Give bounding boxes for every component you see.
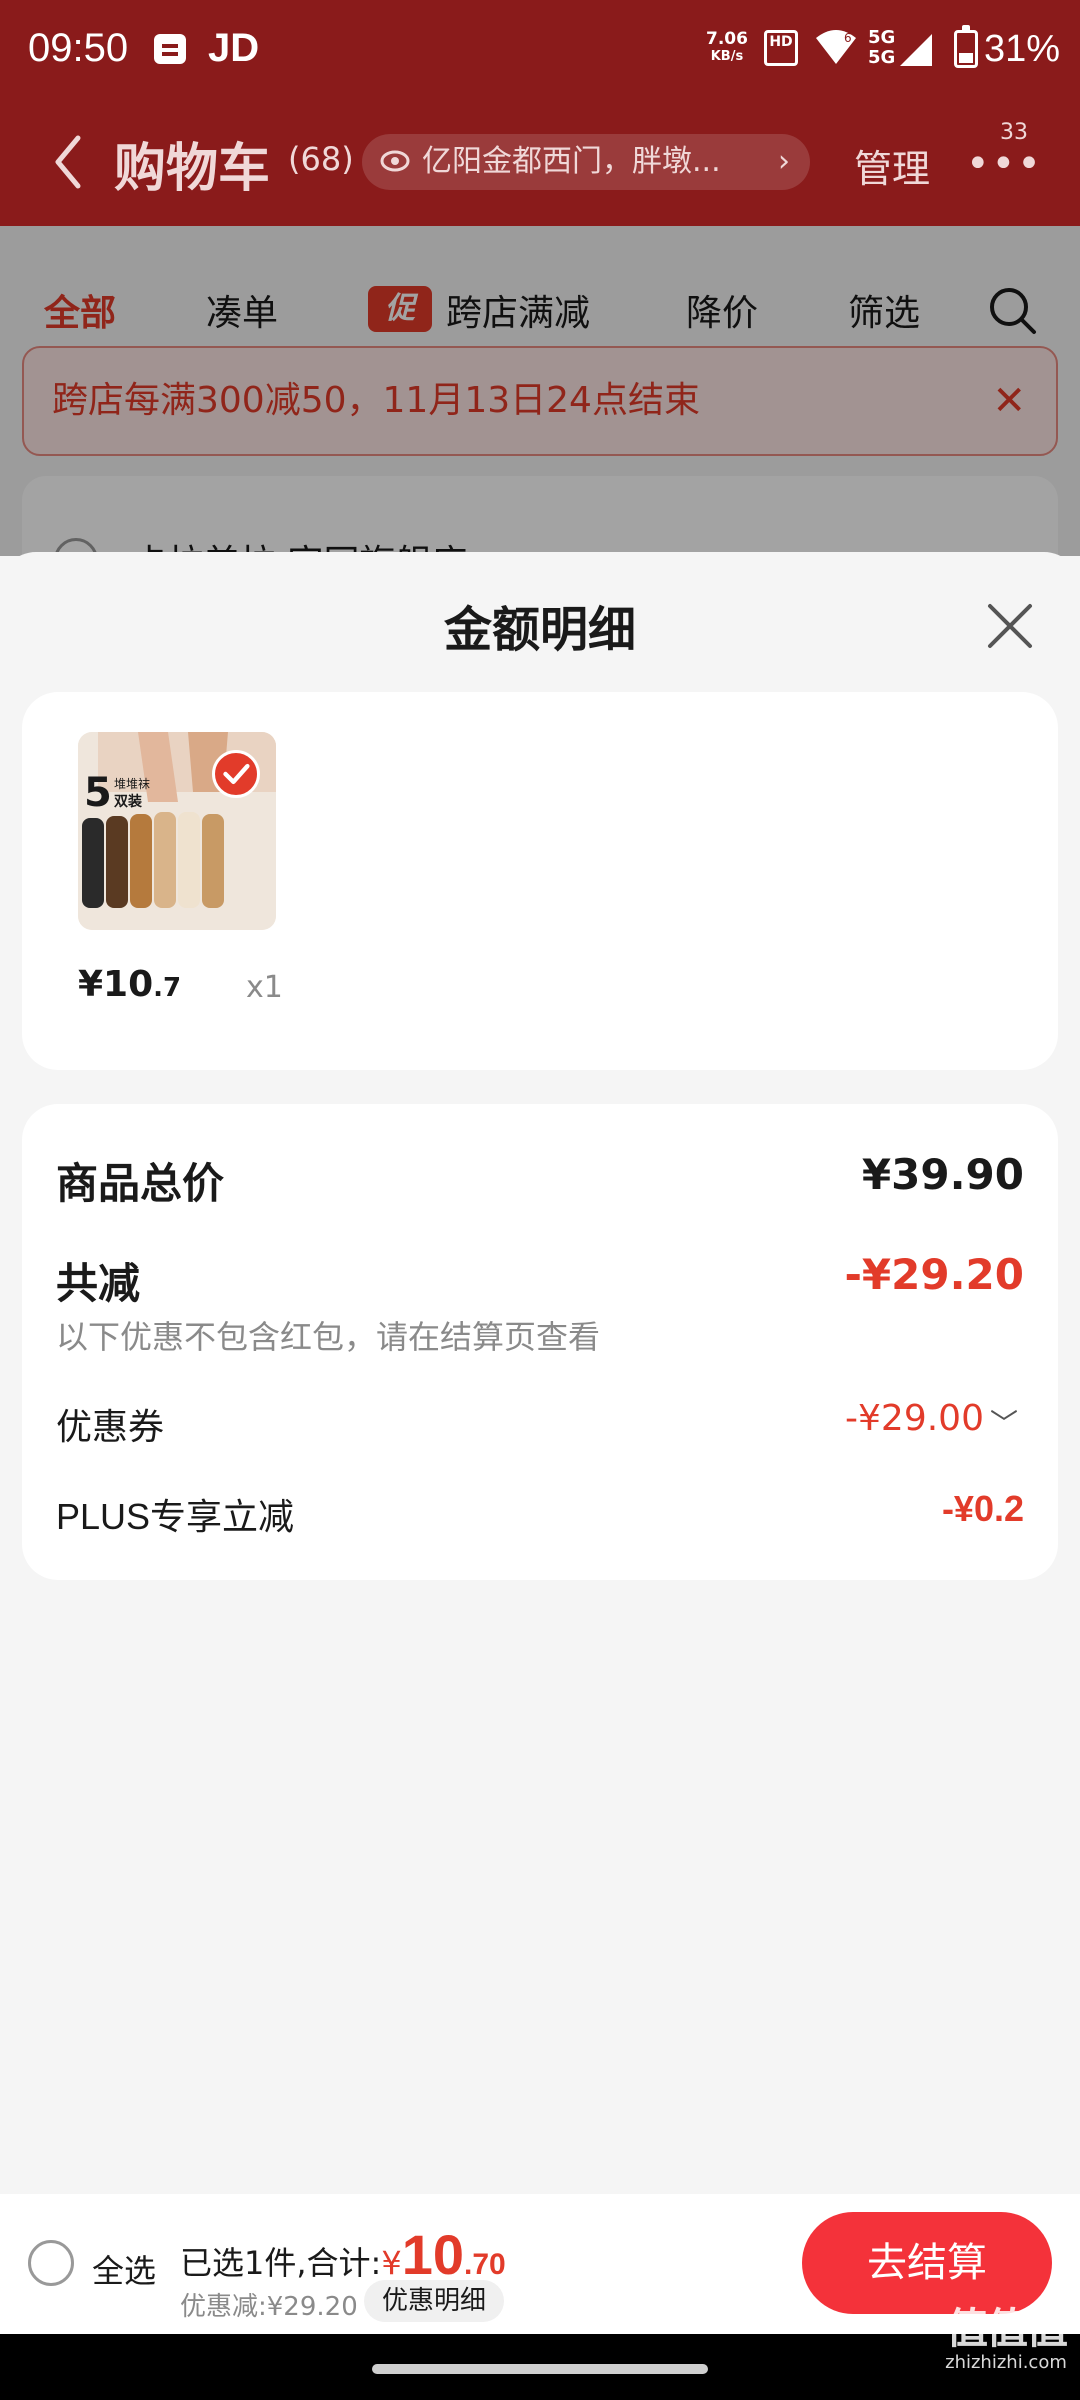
net-speed: 7.06 KB/s (706, 29, 748, 64)
svg-text:堆堆袜: 堆堆袜 (114, 777, 150, 791)
close-icon[interactable] (980, 596, 1040, 656)
total-line: 已选1件,合计:¥10.70 (180, 2222, 506, 2287)
select-all-radio[interactable] (28, 2240, 74, 2286)
total-amount-int: 10 (401, 2223, 464, 2286)
address-text: 亿阳金都西门，胖墩... (422, 144, 721, 179)
wifi-icon: 6 (816, 30, 856, 64)
goods-card: 5 堆堆袜 双装 ¥10.7 x1 (22, 692, 1058, 1070)
chevron-right-icon: › (778, 144, 790, 179)
total-currency: ¥ (381, 2244, 402, 2282)
checkout-bar: 全选 已选1件,合计:¥10.70 优惠减:¥29.20 优惠明细 去结算 (0, 2194, 1080, 2334)
hd-icon: HD (764, 30, 798, 66)
home-gesture-bar[interactable] (372, 2364, 708, 2374)
discount-text: 优惠减:¥29.20 (180, 2292, 358, 2322)
total-reduce-label: 共减 (56, 1259, 141, 1308)
cart-header: 购物车 (68) 亿阳金都西门，胖墩... › 管理 33 ••• (0, 100, 1080, 226)
coupon-label: 优惠券 (56, 1407, 165, 1448)
page-title: 购物车 (114, 139, 271, 199)
reduce-note: 以下优惠不包含红包，请在结算页查看 (56, 1318, 601, 1356)
message-icon (154, 34, 186, 64)
address-selector[interactable]: 亿阳金都西门，胖墩... › (362, 134, 810, 190)
battery-icon (954, 25, 978, 68)
total-price-label: 商品总价 (56, 1159, 225, 1208)
signal-icon (900, 34, 932, 66)
system-nav-bar (0, 2334, 1080, 2400)
svg-text:双装: 双装 (114, 793, 143, 810)
watermark: 值值值 zhizhizhi.com (936, 2306, 1076, 2374)
battery-percent: 31% (984, 28, 1061, 70)
selected-count-text: 已选1件,合计: (180, 2244, 382, 2282)
svg-text:6: 6 (844, 31, 852, 45)
select-all-label[interactable]: 全选 (92, 2246, 156, 2292)
watermark-logo: 值值值 (945, 2304, 1068, 2353)
goods-price: ¥10.7 (78, 964, 182, 1005)
plus-discount-label: PLUS专享立减 (56, 1496, 295, 1537)
status-app-label: JD (208, 26, 260, 70)
total-reduce-value: -¥29.20 (844, 1250, 1024, 1299)
svg-text:5: 5 (84, 770, 112, 816)
chevron-down-icon[interactable]: ﹀ (990, 1402, 1018, 1442)
status-bar: 09:50 JD 7.06 KB/s HD 6 5G 5G 31% (0, 0, 1080, 100)
amount-detail-sheet: 金额明细 5 堆堆袜 双装 ¥10.7 x1 商品总价 ¥39.90 共减 -¥… (0, 552, 1080, 2194)
status-time: 09:50 (28, 26, 129, 70)
overlay-scrim[interactable] (0, 226, 1080, 556)
signal-label: 5G 5G (868, 27, 896, 68)
total-price-value: ¥39.90 (861, 1150, 1024, 1199)
selected-check-icon[interactable] (212, 750, 260, 798)
discount-detail-button[interactable]: 优惠明细 (364, 2280, 504, 2322)
eye-icon (380, 150, 410, 172)
coupon-value: -¥29.00 (845, 1398, 984, 1439)
more-icon[interactable]: ••• (966, 144, 1043, 184)
manage-button[interactable]: 管理 (854, 138, 930, 193)
back-icon[interactable] (52, 134, 82, 190)
summary-card: 商品总价 ¥39.90 共减 -¥29.20 以下优惠不包含红包，请在结算页查看… (22, 1104, 1058, 1580)
total-amount-dec: .70 (463, 2248, 506, 2281)
watermark-url: zhizhizhi.com (945, 2352, 1067, 2373)
sheet-title: 金额明细 (443, 602, 636, 658)
goods-quantity: x1 (246, 970, 283, 1005)
plus-discount-value: -¥0.2 (941, 1488, 1024, 1529)
checkout-button[interactable]: 去结算 (802, 2212, 1052, 2314)
cart-count: (68) (288, 140, 354, 178)
